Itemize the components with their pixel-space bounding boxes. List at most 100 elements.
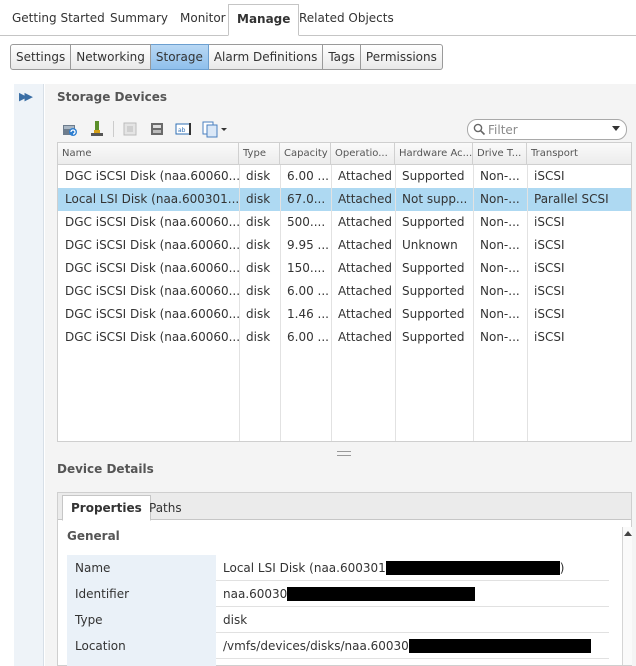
redaction-block (385, 560, 560, 575)
name-value-text: Local LSI Disk (naa.600301 (223, 561, 386, 575)
details-tab-bar: Properties Paths (58, 493, 631, 521)
cell-type: disk (246, 215, 271, 229)
table-row[interactable]: DGC iSCSI Disk (naa.60060... disk 9.95 ...… (58, 234, 631, 257)
cell-transport: Parallel SCSI (534, 192, 609, 206)
property-name (67, 659, 216, 666)
filter-dropdown-icon[interactable] (612, 126, 620, 131)
cell-hardware-acceleration: Supported (402, 284, 465, 298)
property-value: Local LSI Disk (naa.600301) (223, 555, 564, 581)
tab-monitor[interactable]: Monitor (180, 6, 226, 30)
tab-properties[interactable]: Properties (62, 495, 151, 521)
scroll-up-arrow-icon[interactable] (624, 531, 632, 536)
column-header-operational-state[interactable]: Operatio... (331, 143, 395, 165)
cell-capacity: 67.0... (287, 192, 326, 206)
table-row[interactable]: DGC iSCSI Disk (naa.60060... disk 6.00 ...… (58, 280, 631, 303)
detach-icon[interactable] (119, 119, 141, 139)
column-divider (395, 165, 396, 441)
subtab-storage[interactable]: Storage (150, 44, 209, 70)
filter-input[interactable] (488, 122, 603, 137)
cell-drive-type: Non-... (480, 284, 520, 298)
cell-capacity: 6.00 ... (287, 169, 329, 183)
table-row[interactable]: DGC iSCSI Disk (naa.60060... disk 6.00 ...… (58, 326, 631, 349)
properties-list: Name Local LSI Disk (naa.600301) Identif… (67, 555, 609, 666)
subtab-settings[interactable]: Settings (10, 44, 72, 70)
column-header-hardware-acceleration[interactable]: Hardware Ac... (395, 143, 473, 165)
table-row[interactable]: DGC iSCSI Disk (naa.60060... disk 150.... A… (58, 257, 631, 280)
cell-transport: iSCSI (534, 284, 565, 298)
refresh-icon[interactable] (59, 119, 81, 139)
cell-operational-state: Attached (338, 169, 392, 183)
cell-capacity: 500.... (287, 215, 326, 229)
filter-box[interactable] (467, 119, 627, 140)
cell-hardware-acceleration: Supported (402, 215, 465, 229)
tab-manage[interactable]: Manage (228, 4, 300, 36)
cell-type: disk (246, 192, 271, 206)
collapsed-nav-strip: ▶▶ (14, 84, 44, 666)
tab-related-objects[interactable]: Related Objects (299, 6, 394, 30)
cell-operational-state: Attached (338, 307, 392, 321)
cell-operational-state: Attached (338, 330, 392, 344)
cell-drive-type: Non-... (480, 192, 520, 206)
column-header-name[interactable]: Name (58, 143, 239, 165)
cell-hardware-acceleration: Unknown (402, 238, 458, 252)
property-name: Identifier (67, 581, 216, 607)
subtab-permissions[interactable]: Permissions (360, 44, 443, 70)
cell-hardware-acceleration: Supported (402, 307, 465, 321)
property-row: Identifier naa.60030 (67, 581, 609, 607)
property-value: disk (223, 613, 248, 627)
subtab-alarm-definitions[interactable]: Alarm Definitions (208, 44, 324, 70)
tab-summary[interactable]: Summary (110, 6, 168, 30)
cell-transport: iSCSI (534, 215, 565, 229)
cell-drive-type: Non-... (480, 307, 520, 321)
tab-paths[interactable]: Paths (141, 498, 190, 521)
rescan-icon[interactable] (146, 119, 168, 139)
device-details-panel: Properties Paths General Name Local LSI … (57, 492, 632, 666)
cell-transport: iSCSI (534, 307, 565, 321)
redaction-block (408, 638, 591, 653)
toolbar-separator (113, 121, 114, 137)
cell-name: DGC iSCSI Disk (naa.60060... (65, 284, 239, 298)
column-divider (280, 165, 281, 441)
table-row[interactable]: DGC iSCSI Disk (naa.60060... disk 6.00 ...… (58, 165, 631, 188)
column-header-transport[interactable]: Transport (527, 143, 631, 165)
table-row[interactable]: Local LSI Disk (naa.600301... disk 67.0...… (58, 188, 631, 211)
location-value-text: /vmfs/devices/disks/naa.60030 (223, 639, 409, 653)
copy-menu-icon[interactable] (200, 119, 230, 139)
cell-operational-state: Attached (338, 261, 392, 275)
expand-arrows-icon[interactable]: ▶▶ (19, 90, 33, 103)
cell-name: DGC iSCSI Disk (naa.60060... (65, 307, 239, 321)
table-row[interactable]: DGC iSCSI Disk (naa.60060... disk 500.... A… (58, 211, 631, 234)
cell-drive-type: Non-... (480, 238, 520, 252)
cell-hardware-acceleration: Supported (402, 169, 465, 183)
subtab-networking[interactable]: Networking (71, 44, 151, 70)
cell-name: DGC iSCSI Disk (naa.60060... (65, 215, 239, 229)
cell-type: disk (246, 330, 271, 344)
cell-drive-type: Non-... (480, 261, 520, 275)
column-header-drive-type[interactable]: Drive T... (473, 143, 527, 165)
tab-getting-started[interactable]: Getting Started (12, 6, 105, 30)
cell-hardware-acceleration: Not supp... (402, 192, 468, 206)
subtab-tags[interactable]: Tags (323, 44, 361, 70)
cell-capacity: 9.95 ... (287, 238, 329, 252)
general-section-title: General (67, 529, 120, 543)
property-name: Location (67, 633, 216, 659)
attach-icon[interactable] (86, 119, 108, 139)
cell-name: DGC iSCSI Disk (naa.60060... (65, 330, 239, 344)
column-header-capacity[interactable]: Capacity (280, 143, 331, 165)
panel-resize-handle[interactable] (337, 451, 351, 456)
table-row[interactable]: DGC iSCSI Disk (naa.60060... disk 1.46 ...… (58, 303, 631, 326)
cell-operational-state: Attached (338, 215, 392, 229)
property-row (67, 659, 609, 666)
details-scrollbar[interactable] (622, 527, 632, 665)
column-header-type[interactable]: Type (239, 143, 280, 165)
cell-transport: iSCSI (534, 169, 565, 183)
table-row (58, 372, 631, 395)
cell-transport: iSCSI (534, 238, 565, 252)
cell-type: disk (246, 169, 271, 183)
cell-hardware-acceleration: Supported (402, 261, 465, 275)
rename-icon[interactable]: ab (173, 119, 195, 139)
redaction-block (287, 586, 476, 601)
column-divider (473, 165, 474, 441)
cell-type: disk (246, 238, 271, 252)
table-row (58, 349, 631, 372)
